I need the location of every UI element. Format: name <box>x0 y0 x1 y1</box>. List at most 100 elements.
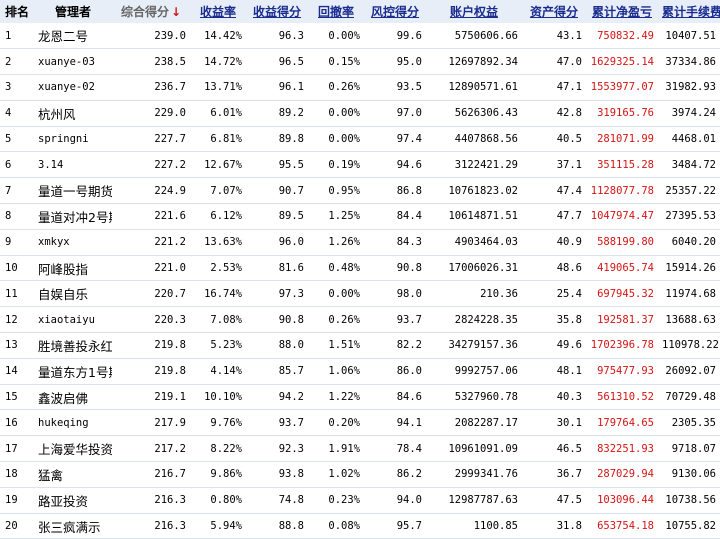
ranking-table: 排名 管理者 综合得分 ↓ 收益率 收益得分 回撤率 风控得分 账户权益 资产得分… <box>0 0 720 539</box>
fees-cell: 31982.93 <box>665 81 716 94</box>
rank-cell: 12 <box>5 313 18 326</box>
drawdown-cell: 0.26% <box>328 81 360 94</box>
fees-cell: 10738.56 <box>665 494 716 507</box>
risk-score-cell: 95.7 <box>396 520 422 533</box>
column-header-asset-score[interactable]: 资产得分 <box>522 0 586 23</box>
manager-cell: 量道一号期货 <box>38 184 112 200</box>
return-score-cell: 89.2 <box>278 107 304 120</box>
return-score-cell: 92.3 <box>278 442 304 455</box>
risk-score-cell: 84.6 <box>396 391 422 404</box>
drawdown-cell: 0.20% <box>328 416 360 429</box>
return-score-cell: 74.8 <box>278 494 304 507</box>
manager-cell: 自娱自乐 <box>38 287 89 303</box>
equity-cell: 2824228.35 <box>454 313 518 326</box>
rank-cell: 6 <box>5 158 12 171</box>
net-pnl-cell: 975477.93 <box>597 365 654 378</box>
net-pnl-cell: 192581.37 <box>597 313 654 326</box>
column-header-drawdown[interactable]: 回撤率 <box>308 0 364 23</box>
asset-score-cell: 25.4 <box>556 287 582 300</box>
column-header-composite-score[interactable]: 综合得分 ↓ <box>112 0 190 23</box>
asset-score-cell: 35.8 <box>556 313 582 326</box>
return-score-cell: 88.0 <box>278 339 304 352</box>
column-header-return-score[interactable]: 收益得分 <box>246 0 308 23</box>
fees-cell: 6040.20 <box>671 236 716 249</box>
return-score-cell: 89.5 <box>278 210 304 223</box>
table-row: 5 springni 227.7 6.81% 89.8 0.00% 97.4 4407868.… <box>0 126 720 152</box>
equity-cell: 17006026.31 <box>448 262 518 275</box>
equity-cell: 210.36 <box>480 287 518 300</box>
asset-score-cell: 47.4 <box>556 184 582 197</box>
table-row: 4 杭州风 229.0 6.01% 89.2 0.00% 97.0 5626306.43 42.… <box>0 100 720 127</box>
rank-cell: 4 <box>5 107 12 120</box>
net-pnl-cell: 1629325.14 <box>590 55 654 68</box>
return-score-cell: 96.5 <box>278 55 304 68</box>
risk-score-cell: 94.1 <box>396 416 422 429</box>
return-rate-cell: 5.94% <box>210 520 242 533</box>
drawdown-cell: 0.23% <box>328 494 360 507</box>
column-header-equity[interactable]: 账户权益 <box>426 0 522 23</box>
net-pnl-cell: 419065.74 <box>597 262 654 275</box>
table-row: 7 量道一号期货 224.9 7.07% 90.7 0.95% 86.8 10761823.0… <box>0 178 720 204</box>
table-row: 11 自娱自乐 220.7 16.74% 97.3 0.00% 98.0 210.36 25.4… <box>0 281 720 307</box>
net-pnl-cell: 1553977.07 <box>590 81 654 94</box>
risk-score-cell: 95.0 <box>396 55 422 68</box>
drawdown-cell: 1.91% <box>328 442 360 455</box>
risk-score-cell: 94.0 <box>396 494 422 507</box>
manager-cell: hukeqing <box>38 416 89 429</box>
table-row: 16 hukeqing 217.9 9.76% 93.7 0.20% 94.1 2082287… <box>0 410 720 436</box>
table-row: 17 上海爱华投资 217.2 8.22% 92.3 1.91% 78.4 10961091.… <box>0 436 720 462</box>
return-score-cell: 97.3 <box>278 287 304 300</box>
asset-score-cell: 47.5 <box>556 494 582 507</box>
rank-cell: 5 <box>5 133 12 146</box>
risk-score-cell: 86.2 <box>396 468 422 481</box>
drawdown-cell: 0.00% <box>328 107 360 120</box>
composite-score-cell: 216.3 <box>154 494 186 507</box>
drawdown-cell: 0.00% <box>328 287 360 300</box>
net-pnl-cell: 832251.93 <box>597 442 654 455</box>
composite-score-cell: 221.6 <box>154 210 186 223</box>
equity-cell: 34279157.36 <box>448 339 518 352</box>
asset-score-cell: 49.6 <box>556 339 582 352</box>
return-score-cell: 88.8 <box>278 520 304 533</box>
rank-cell: 17 <box>5 442 18 455</box>
column-header-return-rate[interactable]: 收益率 <box>190 0 246 23</box>
manager-cell: xiaotaiyu <box>38 313 95 326</box>
equity-cell: 3122421.29 <box>454 158 518 171</box>
asset-score-cell: 37.1 <box>556 158 582 171</box>
rank-cell: 19 <box>5 494 18 507</box>
risk-score-cell: 94.6 <box>396 158 422 171</box>
column-header-risk-score[interactable]: 风控得分 <box>364 0 426 23</box>
composite-score-cell: 238.5 <box>154 55 186 68</box>
column-header-fees[interactable]: 累计手续费 <box>658 0 720 23</box>
return-rate-cell: 16.74% <box>204 287 242 300</box>
net-pnl-cell: 1702396.78 <box>590 339 654 352</box>
risk-score-cell: 90.8 <box>396 262 422 275</box>
fees-cell: 3484.72 <box>671 158 716 171</box>
asset-score-cell: 30.1 <box>556 416 582 429</box>
composite-score-cell: 219.8 <box>154 365 186 378</box>
risk-score-cell: 86.0 <box>396 365 422 378</box>
table-row: 3 xuanye-02 236.7 13.71% 96.1 0.26% 93.5 128905… <box>0 75 720 101</box>
table-row: 19 路亚投资 216.3 0.80% 74.8 0.23% 94.0 12987787.63… <box>0 487 720 514</box>
net-pnl-cell: 588199.80 <box>597 236 654 249</box>
return-rate-cell: 2.53% <box>210 262 242 275</box>
column-header-net-pnl[interactable]: 累计净盈亏 <box>586 0 658 23</box>
net-pnl-cell: 351115.28 <box>597 158 654 171</box>
return-rate-cell: 7.08% <box>210 313 242 326</box>
column-header-manager: 管理者 <box>54 5 91 19</box>
column-header-rank: 排名 <box>5 5 30 19</box>
composite-score-cell: 220.7 <box>154 287 186 300</box>
asset-score-cell: 40.3 <box>556 391 582 404</box>
rank-cell: 2 <box>5 55 12 68</box>
asset-score-cell: 36.7 <box>556 468 582 481</box>
return-score-cell: 96.3 <box>278 29 304 42</box>
return-score-cell: 90.7 <box>278 184 304 197</box>
risk-score-cell: 86.8 <box>396 184 422 197</box>
net-pnl-cell: 653754.18 <box>597 520 654 533</box>
fees-cell: 37334.86 <box>665 55 716 68</box>
risk-score-cell: 84.3 <box>396 236 422 249</box>
composite-score-cell: 219.8 <box>154 339 186 352</box>
return-rate-cell: 6.12% <box>210 210 242 223</box>
equity-cell: 5626306.43 <box>454 107 518 120</box>
table-header-row: 排名 管理者 综合得分 ↓ 收益率 收益得分 回撤率 风控得分 账户权益 资产得分… <box>0 0 720 23</box>
